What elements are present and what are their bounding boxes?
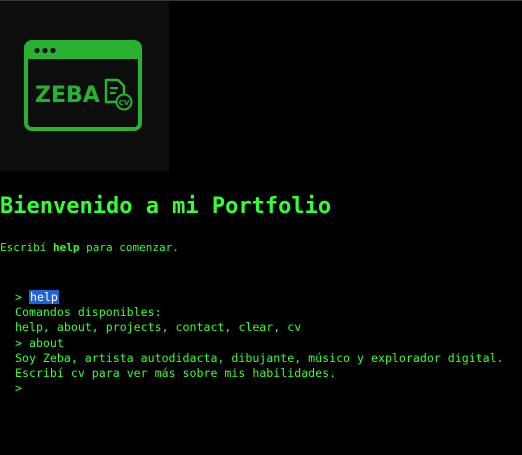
page-title: Bienvenido a mi Portfolio — [0, 194, 332, 219]
terminal-output[interactable]: > help Comandos disponibles: help, about… — [15, 290, 504, 396]
output-before: Escribí — [15, 365, 71, 380]
cv-badge-text: CV — [119, 99, 130, 107]
logo: ZEBA CV — [0, 1, 169, 171]
terminal-line-input: > about — [15, 336, 504, 351]
prompt-symbol: > — [15, 335, 22, 350]
terminal-input-line[interactable]: > — [15, 381, 504, 396]
intro-after: para comenzar. — [79, 241, 179, 254]
terminal-line-output: help, about, projects, contact, clear, c… — [15, 320, 302, 335]
terminal-line-input: > help — [15, 290, 504, 305]
selected-command: help — [28, 290, 59, 304]
command-text: about — [28, 335, 64, 350]
intro-before: Escribí — [0, 241, 53, 254]
logo-text: ZEBA — [35, 83, 100, 108]
intro-command: help — [52, 241, 80, 254]
intro-text: Escribí help para comenzar. — [0, 240, 179, 255]
prompt-symbol: > — [15, 381, 22, 396]
cv-command-word: cv — [70, 365, 85, 380]
cv-badge-icon: CV — [115, 93, 133, 111]
output-after: para ver más sobre mis habilidades. — [84, 365, 337, 380]
browser-window-icon: ZEBA CV — [24, 40, 142, 131]
terminal-line-output: Soy Zeba, artista autodidacta, dibujante… — [15, 350, 504, 365]
prompt-symbol: > — [15, 290, 22, 304]
terminal-line-output: Escribí cv para ver más sobre mis habili… — [15, 366, 504, 381]
terminal-line-output: Comandos disponibles: — [15, 305, 162, 320]
